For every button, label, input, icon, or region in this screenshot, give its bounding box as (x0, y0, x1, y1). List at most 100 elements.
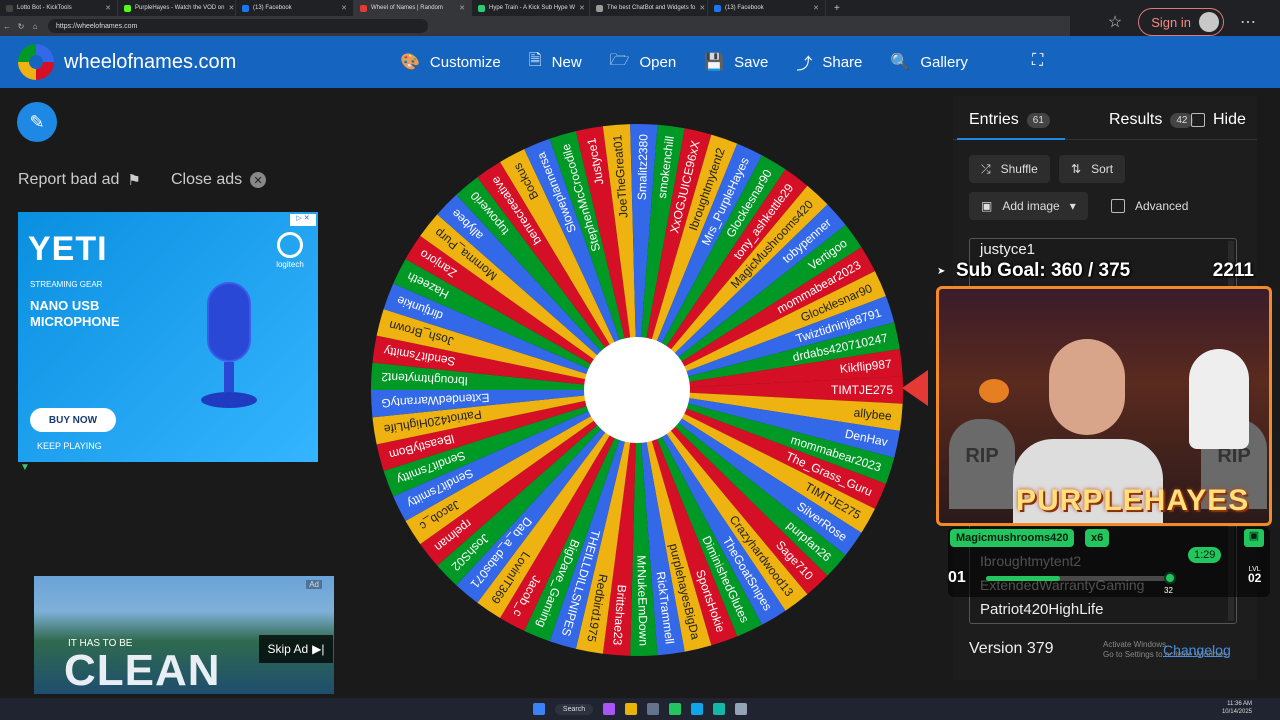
lvl-value: 02 (1248, 571, 1262, 585)
changelog-link[interactable]: Changelog (1163, 642, 1231, 658)
browser-tab-title: (13) Facebook (725, 5, 764, 11)
floppy-icon: 💾 (704, 54, 725, 71)
favicon-icon (596, 4, 603, 12)
obs-icon[interactable] (735, 703, 748, 715)
browser-tab-title: Wheel of Names | Random (371, 5, 443, 11)
adchoices-icon[interactable]: ▷ ✕ (290, 214, 316, 226)
sub-goal-text: Sub Goal: 360 / 375 (956, 260, 1131, 281)
buy-now-button[interactable]: BUY NOW (30, 408, 116, 432)
back-icon[interactable]: ← (0, 22, 14, 31)
url-input[interactable]: https://wheelofnames.com (48, 19, 428, 33)
ghost-decoration (1189, 349, 1249, 449)
browser-tab-title: PurpleHayes - Watch the VOD on (135, 5, 225, 11)
name-wheel[interactable]: TIMTJE275allybeeDenHavmommabear2023The_G… (369, 122, 905, 658)
reload-icon[interactable]: ↻ (14, 22, 28, 31)
sign-in-button[interactable]: Sign in (1138, 8, 1224, 36)
pumpkin-decoration (979, 379, 1009, 403)
taskbar-search[interactable]: Search (554, 703, 594, 715)
close-tab-icon[interactable]: ✕ (228, 4, 234, 12)
browser-tab[interactable]: The best ChatBot and Widgets fo ✕ (590, 0, 708, 16)
edge-icon[interactable] (691, 703, 704, 715)
nav-save-button[interactable]: 💾 Save (704, 52, 768, 72)
browser-tab[interactable]: Hype Train - A Kick Sub Hype W ✕ (472, 0, 590, 16)
favicon-icon (242, 4, 249, 12)
entry-line: Ibroughtmytent2 (980, 553, 1082, 569)
nav-customize-button[interactable]: 🎨 Customize (400, 52, 501, 72)
keep-playing-link[interactable]: KEEP PLAYING (37, 441, 102, 451)
entries-count-badge: 61 (1026, 112, 1050, 128)
hype-progress-bar (986, 576, 1172, 581)
edit-pencil-button[interactable]: ✎ (17, 102, 57, 142)
chrome-icon[interactable] (669, 703, 682, 715)
home-icon[interactable]: ⌂ (28, 22, 42, 31)
folder-icon: 🗁 (609, 51, 630, 69)
close-ads-link[interactable]: Close ads ✕ (171, 171, 267, 189)
report-bad-ad-link[interactable]: Report bad ad ⚑ (18, 171, 141, 189)
close-tab-icon[interactable]: ✕ (341, 4, 347, 12)
tab-results-label: Results (1109, 111, 1163, 128)
hide-checkbox[interactable] (1191, 113, 1205, 127)
hide-label: Hide (1213, 111, 1246, 128)
wheel-entry-label: MrNukeEmDown (634, 555, 650, 646)
nav-gallery-button[interactable]: 🔍 Gallery (890, 52, 967, 72)
video-ad-headline: CLEAN (64, 646, 221, 694)
train-icon: ▣ (1244, 529, 1264, 547)
windows-taskbar: Search (0, 698, 1280, 720)
nav-label: New (551, 53, 582, 71)
more-menu-icon[interactable]: ⋯ (1240, 12, 1256, 32)
skip-ad-button[interactable]: Skip Ad ▶| (259, 635, 333, 663)
wheel-center-hub[interactable] (584, 337, 690, 443)
share-icon: ⤴ (796, 56, 813, 73)
sort-label: Sort (1091, 162, 1114, 176)
flag-icon: ⚑ (127, 172, 141, 189)
favicon-icon (124, 4, 131, 12)
nav-open-button[interactable]: 🗁 Open (610, 49, 677, 76)
tab-results[interactable]: Results 42 (1109, 111, 1194, 129)
shuffle-button[interactable]: ⤮ Shuffle (969, 155, 1050, 183)
close-tab-icon[interactable]: ✕ (813, 4, 819, 12)
browser-tab[interactable]: PurpleHayes - Watch the VOD on ✕ (118, 0, 236, 16)
yeti-ad-banner[interactable]: ▷ ✕ YETI STREAMING GEAR NANO USB MICROPH… (18, 212, 318, 462)
channel-name-banner: PURPLEHAYES (1016, 484, 1250, 517)
close-tab-icon[interactable]: ✕ (699, 4, 705, 12)
hype-level-next: LVL 02 (1248, 565, 1261, 585)
browser-tab[interactable]: Lotto Bot - KickTools ✕ (0, 0, 118, 16)
hype-count: 32 (1164, 586, 1173, 595)
search-icon: 🔍 (890, 54, 911, 71)
close-tab-icon[interactable]: ✕ (459, 4, 465, 12)
wheel-entry-label: TIMTJE275 (831, 383, 893, 397)
nav-new-button[interactable]: 🗎 New (529, 49, 582, 76)
close-tab-icon[interactable]: ✕ (105, 4, 111, 12)
nav-share-button[interactable]: ⤴ Share (796, 50, 862, 74)
copilot-icon[interactable] (603, 703, 616, 715)
sort-button[interactable]: ⇅ Sort (1059, 155, 1126, 183)
sign-in-label: Sign in (1151, 14, 1191, 30)
browser-tab-title: Hype Train - A Kick Sub Hype W (489, 5, 576, 11)
new-tab-icon[interactable]: + (834, 3, 840, 14)
avatar (1199, 12, 1219, 32)
browser-tab[interactable]: Wheel of Names | Random ✕ (354, 0, 472, 16)
file-explorer-icon[interactable] (625, 703, 638, 715)
tab-entries[interactable]: Entries 61 (969, 111, 1050, 129)
hide-toggle[interactable]: Hide (1191, 111, 1246, 129)
logo-icon[interactable] (18, 44, 54, 80)
bookmark-star-icon[interactable]: ☆ (1108, 12, 1122, 32)
windows-start-icon[interactable] (532, 703, 545, 715)
site-header: wheelofnames.com 🎨 Customize 🗎 New 🗁 Open 💾 Sav… (0, 36, 1280, 88)
site-name[interactable]: wheelofnames.com (64, 51, 236, 74)
entry-line: Patriot420HighLife (980, 601, 1104, 618)
advanced-label: Advanced (1135, 199, 1189, 213)
fullscreen-icon[interactable]: ⛶ (1032, 52, 1043, 70)
hype-user-badge: Magicmushrooms420 (950, 529, 1075, 547)
close-tab-icon[interactable]: ✕ (579, 4, 585, 12)
hype-level-current: 01 (948, 569, 966, 586)
app-icon[interactable] (713, 703, 726, 715)
store-icon[interactable] (647, 703, 660, 715)
browser-tab[interactable]: (13) Facebook ✕ (236, 0, 354, 16)
clock-time: 11:36 AM (1227, 701, 1252, 707)
version-label: Version 379 (969, 640, 1054, 657)
advanced-checkbox[interactable] (1111, 199, 1125, 213)
add-image-button[interactable]: ▣ Add image ▾ (969, 192, 1088, 220)
advanced-toggle[interactable]: Advanced (1111, 199, 1188, 213)
browser-tab[interactable]: (13) Facebook ✕ (708, 0, 826, 16)
